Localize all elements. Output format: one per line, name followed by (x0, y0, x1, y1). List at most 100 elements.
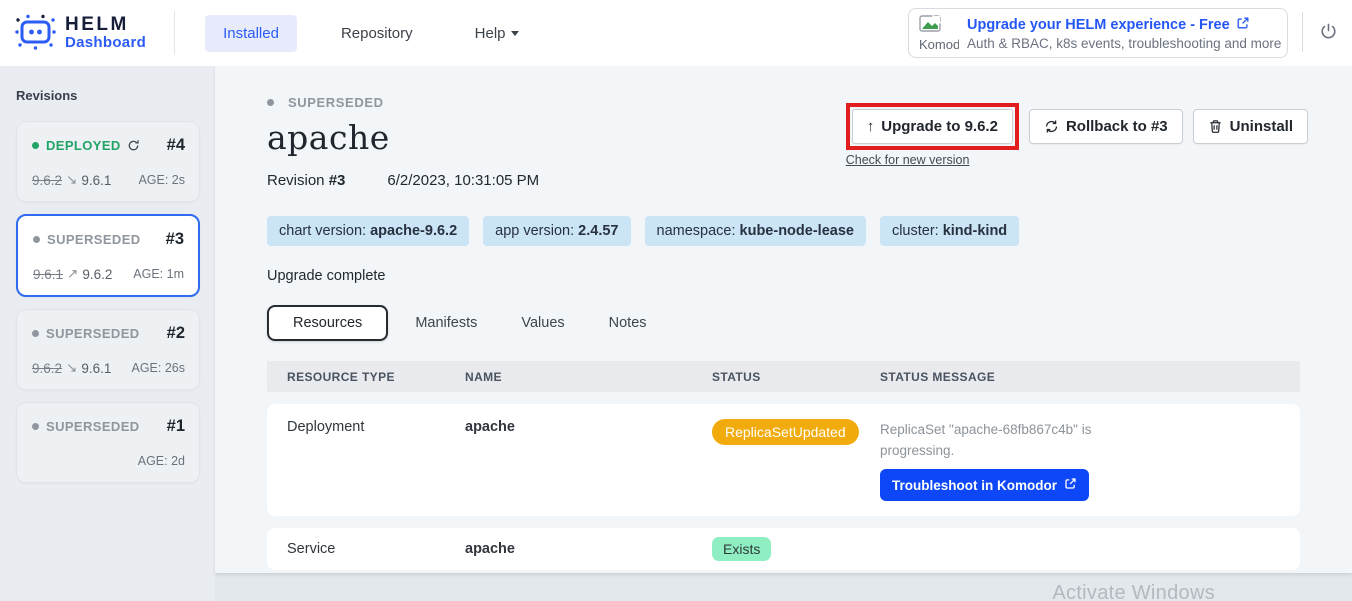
komodor-promo-banner[interactable]: Komodor Upgrade your HELM experience - F… (908, 8, 1288, 58)
detail-tabs: Resources Manifests Values Notes (267, 305, 1300, 341)
nav-help[interactable]: Help (457, 15, 537, 52)
resource-type-cell: Deployment (267, 419, 465, 435)
badge-label: namespace: (657, 223, 740, 239)
revision-number: #4 (167, 136, 185, 155)
nav-installed[interactable]: Installed (205, 15, 297, 52)
status-badge: ReplicaSetUpdated (712, 419, 859, 445)
badge-label: chart version: (279, 223, 370, 239)
status-dot (33, 236, 40, 243)
nav-repository[interactable]: Repository (323, 15, 431, 52)
col-status: STATUS (712, 370, 880, 384)
badge-value: kube-node-lease (740, 223, 854, 239)
revision-card-2[interactable]: SUPERSEDED #2 9.6.2 ↘ 9.6.1 AGE: 26s (16, 309, 200, 390)
new-version: 9.6.1 (81, 361, 111, 376)
new-version: 9.6.1 (81, 173, 111, 188)
old-version: 9.6.1 (33, 267, 63, 282)
revision-status: DEPLOYED (46, 138, 121, 153)
komodor-image-alt-text: Komodor (919, 37, 959, 52)
release-badges: chart version: apache-9.6.2 app version:… (267, 216, 1300, 246)
status-message-line1: ReplicaSet "apache-68fb867c4b" is (880, 419, 1300, 440)
badge-label: app version: (495, 223, 578, 239)
status-dot (32, 423, 39, 430)
external-link-icon (1064, 477, 1077, 493)
tab-manifests[interactable]: Manifests (398, 306, 494, 340)
revision-card-3-selected[interactable]: SUPERSEDED #3 9.6.1 ↗ 9.6.2 AGE: 1m (16, 214, 200, 297)
revision-date: 6/2/2023, 10:31:05 PM (387, 172, 539, 189)
release-actions: ↑ Upgrade to 9.6.2 Check for new version… (846, 103, 1308, 167)
revision-meta: Revision #3 6/2/2023, 10:31:05 PM (267, 172, 1300, 189)
revision-age: AGE: 2s (138, 173, 185, 187)
uninstall-button[interactable]: Uninstall (1193, 109, 1308, 144)
revision-status: SUPERSEDED (46, 419, 140, 434)
table-row-deployment: Deployment apache ReplicaSetUpdated Repl… (267, 404, 1300, 516)
rollback-icon (1044, 119, 1059, 134)
release-status: SUPERSEDED (288, 95, 384, 110)
reload-icon (127, 139, 140, 152)
col-status-message: STATUS MESSAGE (880, 370, 1300, 384)
chevron-down-icon (511, 31, 519, 36)
version-arrow-icon: ↘ (66, 172, 77, 188)
revision-number: #3 (329, 172, 346, 189)
revision-label: Revision #3 (267, 172, 345, 189)
badge-value: apache-9.6.2 (370, 223, 457, 239)
nav-help-label: Help (475, 25, 506, 42)
upgrade-group: ↑ Upgrade to 9.6.2 Check for new version (846, 103, 1019, 167)
status-cell: ReplicaSetUpdated (712, 419, 880, 445)
top-bar: HELM Dashboard Installed Repository Help… (0, 0, 1352, 66)
version-arrow-icon: ↘ (66, 360, 77, 376)
revision-card-4[interactable]: DEPLOYED #4 9.6.2 ↘ 9.6.1 AGE: 2s (16, 121, 200, 202)
status-dot (32, 142, 39, 149)
tab-notes[interactable]: Notes (592, 306, 664, 340)
app-version-badge: app version: 2.4.57 (483, 216, 630, 246)
status-dot (32, 330, 39, 337)
external-link-icon (1236, 16, 1250, 34)
revisions-title: Revisions (16, 88, 200, 103)
main-panel: SUPERSEDED apache Revision #3 6/2/2023, … (215, 66, 1352, 573)
check-new-version-link[interactable]: Check for new version (846, 153, 1019, 167)
col-resource-type: RESOURCE TYPE (267, 370, 465, 384)
upgrade-button[interactable]: ↑ Upgrade to 9.6.2 (852, 109, 1013, 144)
trash-icon (1208, 119, 1223, 134)
komodor-broken-image: Komodor (919, 15, 959, 52)
revision-status: SUPERSEDED (46, 326, 140, 341)
revision-number: #1 (167, 417, 185, 436)
revision-age: AGE: 26s (132, 361, 186, 375)
upgrade-button-label: Upgrade to 9.6.2 (881, 118, 998, 135)
revision-number: #2 (167, 324, 185, 343)
troubleshoot-komodor-button[interactable]: Troubleshoot in Komodor (880, 469, 1089, 501)
name-cell: apache (465, 419, 712, 435)
revision-prefix: Revision (267, 172, 329, 189)
rollback-button-label: Rollback to #3 (1066, 118, 1168, 135)
status-dot (267, 99, 274, 106)
cluster-badge: cluster: kind-kind (880, 216, 1019, 246)
banner-title-text: Upgrade your HELM experience - Free (967, 17, 1230, 33)
old-version: 9.6.2 (32, 173, 62, 188)
activate-windows-watermark: Activate Windows (1052, 582, 1215, 601)
badge-value: kind-kind (943, 223, 1007, 239)
revision-number: #3 (166, 230, 184, 249)
revision-age: AGE: 1m (133, 267, 184, 281)
old-version: 9.6.2 (32, 361, 62, 376)
tab-values[interactable]: Values (504, 306, 581, 340)
resources-table: RESOURCE TYPE NAME STATUS STATUS MESSAGE… (267, 361, 1300, 570)
tab-resources[interactable]: Resources (267, 305, 388, 341)
status-message-line2: progressing. (880, 440, 1300, 461)
rollback-button[interactable]: Rollback to #3 (1029, 109, 1183, 144)
namespace-badge: namespace: kube-node-lease (645, 216, 866, 246)
status-badge: Exists (712, 537, 771, 561)
banner-title: Upgrade your HELM experience - Free (967, 16, 1277, 34)
helm-logo[interactable]: HELM Dashboard (0, 10, 146, 57)
logo-line1: HELM (65, 15, 146, 35)
red-annotation-box: ↑ Upgrade to 9.6.2 (846, 103, 1019, 150)
power-icon[interactable] (1319, 22, 1338, 46)
main-nav: Installed Repository Help (205, 15, 536, 52)
revisions-sidebar: Revisions DEPLOYED #4 9.6.2 ↘ 9.6.1 AGE:… (0, 66, 215, 601)
table-header: RESOURCE TYPE NAME STATUS STATUS MESSAGE (267, 361, 1300, 392)
banner-text: Upgrade your HELM experience - Free Auth… (967, 16, 1277, 51)
resource-type-cell: Service (267, 541, 465, 557)
up-arrow-icon: ↑ (867, 118, 875, 135)
name-cell: apache (465, 541, 712, 557)
revision-card-1[interactable]: SUPERSEDED #1 AGE: 2d (16, 402, 200, 483)
revision-status: SUPERSEDED (47, 232, 141, 247)
uninstall-button-label: Uninstall (1230, 118, 1293, 135)
